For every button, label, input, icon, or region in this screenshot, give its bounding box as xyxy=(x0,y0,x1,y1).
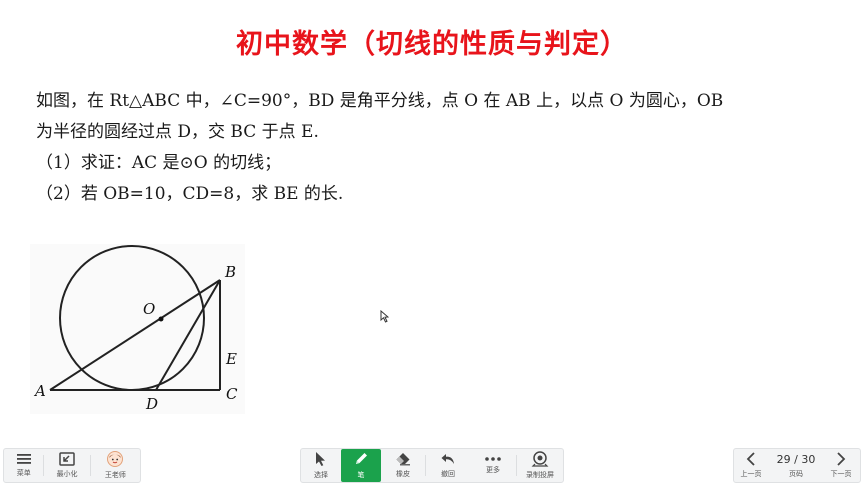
geometry-figure: A B C D E O xyxy=(30,244,245,414)
label-a: A xyxy=(33,382,46,400)
toolbar-center-group: 选择 笔 橡皮 撤回 更多 录制投屏 xyxy=(300,448,564,483)
select-label: 选择 xyxy=(314,471,328,479)
avatar xyxy=(107,451,124,467)
slide: 初中数学（切线的性质与判定） 如图，在 Rt△ABC 中，∠C=90°，BD 是… xyxy=(0,0,864,445)
problem-line-1: 如图，在 Rt△ABC 中，∠C=90°，BD 是角平分线，点 O 在 AB 上… xyxy=(36,91,724,111)
eraser-label: 橡皮 xyxy=(396,470,410,478)
problem-line-2: 为半径的圆经过点 D，交 BC 于点 E. xyxy=(36,122,319,142)
label-o: O xyxy=(143,300,155,318)
select-tool-button[interactable]: 选择 xyxy=(301,449,341,482)
page-number: 29 / 30 xyxy=(776,452,816,466)
next-page-button[interactable]: 下一页 xyxy=(824,452,858,479)
pen-tool-button[interactable]: 笔 xyxy=(341,449,381,482)
cursor-icon xyxy=(316,452,325,466)
label-e: E xyxy=(225,350,237,368)
minimize-label: 最小化 xyxy=(56,470,78,478)
chevron-right-icon xyxy=(837,452,846,466)
problem-line-3: （1）求证：AC 是⊙O 的切线； xyxy=(36,153,282,173)
undo-label: 撤回 xyxy=(441,470,455,478)
record-icon xyxy=(531,451,549,467)
center-dot xyxy=(158,316,164,322)
slide-title: 初中数学（切线的性质与判定） xyxy=(236,29,628,60)
problem-text: 如图，在 Rt△ABC 中，∠C=90°，BD 是角平分线，点 O 在 AB 上… xyxy=(36,86,836,210)
menu-button[interactable]: 菜单 xyxy=(4,449,43,482)
prev-page-button[interactable]: 上一页 xyxy=(734,452,768,479)
minimize-button[interactable]: 最小化 xyxy=(44,449,89,482)
label-c: C xyxy=(226,385,238,403)
problem-line-4: （2）若 OB=10，CD=8，求 BE 的长. xyxy=(36,184,344,204)
prev-page-label: 上一页 xyxy=(740,470,762,478)
mouse-cursor-icon xyxy=(380,310,389,323)
eraser-icon xyxy=(396,453,410,466)
label-b: B xyxy=(224,263,236,281)
teacher-profile-button[interactable]: 王老师 xyxy=(91,449,140,482)
page-label: 页码 xyxy=(789,469,803,478)
teacher-name: 王老师 xyxy=(104,471,126,479)
record-label: 录制投屏 xyxy=(526,471,554,479)
record-cast-button[interactable]: 录制投屏 xyxy=(517,449,563,482)
toolbar-left-group: 菜单 最小化 王老师 xyxy=(3,448,141,483)
menu-label: 菜单 xyxy=(16,469,31,477)
menu-icon xyxy=(16,454,31,464)
next-page-label: 下一页 xyxy=(830,470,852,478)
more-button[interactable]: 更多 xyxy=(470,449,516,482)
more-icon xyxy=(485,457,501,461)
bottom-toolbar: 菜单 最小化 王老师 选择 笔 橡皮 撤回 更多 录制投屏 上一页 29 / 3… xyxy=(0,445,864,486)
chevron-left-icon xyxy=(746,452,755,466)
minimize-icon xyxy=(59,452,75,466)
pen-label: 笔 xyxy=(357,471,365,479)
page-indicator[interactable]: 29 / 30 页码 xyxy=(768,453,824,479)
eraser-tool-button[interactable]: 橡皮 xyxy=(381,449,425,482)
undo-button[interactable]: 撤回 xyxy=(426,449,470,482)
label-d: D xyxy=(145,395,158,413)
more-label: 更多 xyxy=(486,466,500,474)
pen-icon xyxy=(356,453,367,464)
page-navigator: 上一页 29 / 30 页码 下一页 xyxy=(733,448,861,483)
undo-icon xyxy=(441,454,454,464)
